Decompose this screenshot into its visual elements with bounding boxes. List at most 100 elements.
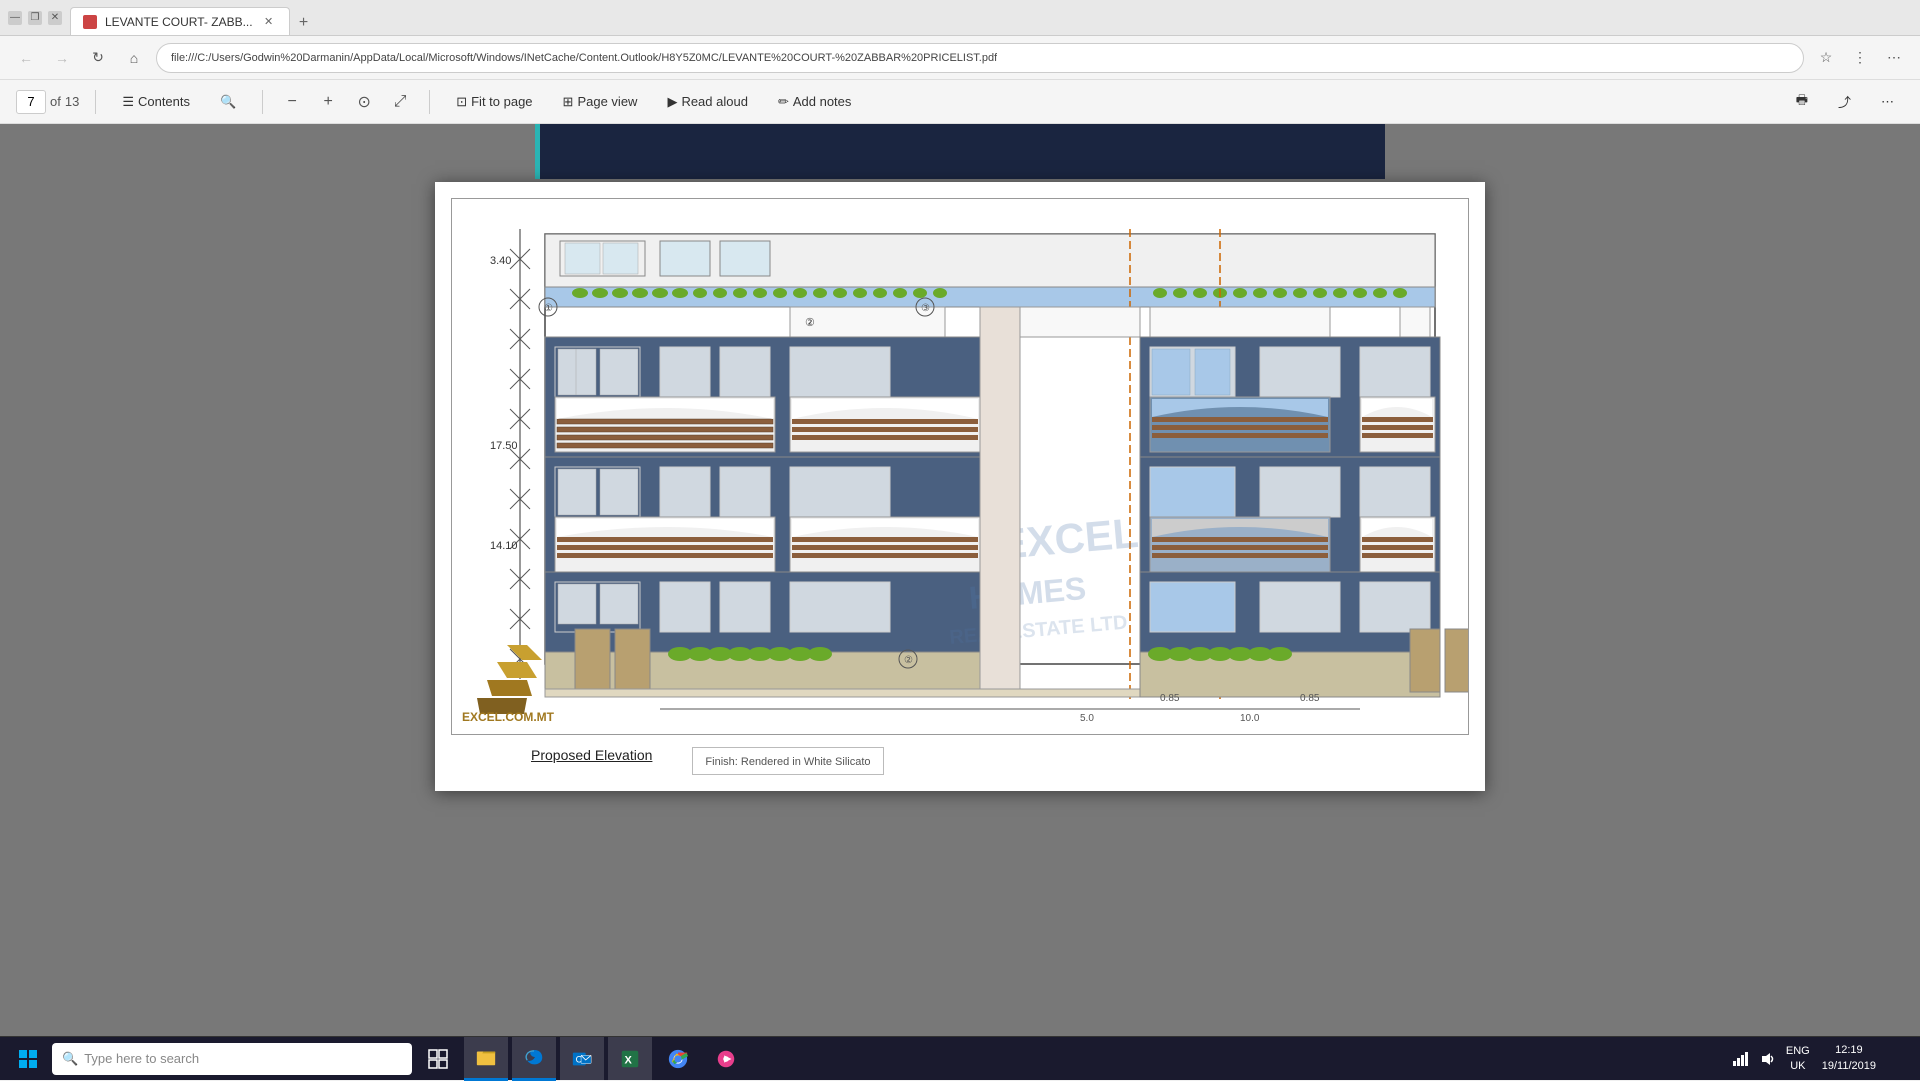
task-view-button[interactable] [416, 1037, 460, 1081]
svg-text:5.0: 5.0 [1080, 713, 1094, 724]
page-of: of [50, 94, 61, 109]
tab-bar: LEVANTE COURT- ZABB... ✕ + [70, 0, 318, 35]
svg-text:③: ③ [921, 303, 930, 314]
clock-date: 19/11/2019 [1822, 1059, 1876, 1074]
add-notes-label: Add notes [793, 94, 852, 109]
close-button[interactable]: ✕ [48, 11, 62, 25]
search-icon: 🔍 [62, 1051, 78, 1067]
fit-page-icon: ⊡ [456, 94, 467, 110]
pdf-toolbar: of 13 ☰ Contents 🔍 − + ⊙ ⤢ ⊡ Fit to page… [0, 80, 1920, 124]
contents-button[interactable]: ☰ Contents [112, 90, 200, 114]
clock-time: 12:19 [1835, 1043, 1863, 1058]
restore-button[interactable]: ❐ [28, 11, 42, 25]
header-accent [535, 124, 540, 179]
fit-to-page-button[interactable]: ⊡ Fit to page [446, 90, 542, 114]
network-icon[interactable] [1730, 1049, 1750, 1069]
page-view-icon: ⊞ [563, 94, 574, 110]
show-desktop-button[interactable] [1884, 1037, 1904, 1081]
svg-text:0.85: 0.85 [1160, 693, 1180, 704]
add-notes-button[interactable]: ✏ Add notes [768, 90, 861, 114]
taskbar-edge-browser[interactable] [512, 1037, 556, 1081]
svg-text:②: ② [904, 655, 913, 666]
chrome-icon [667, 1048, 689, 1070]
fit-page-label: Fit to page [471, 94, 532, 109]
refresh-button[interactable]: ↻ [84, 44, 112, 72]
taskbar-chrome[interactable] [656, 1037, 700, 1081]
read-aloud-button[interactable]: ▶ Read aloud [657, 90, 758, 114]
back-button[interactable]: ← [12, 44, 40, 72]
caption-text: Proposed Elevation [531, 747, 652, 763]
page-view-button[interactable]: ⊞ Page view [553, 90, 648, 114]
page-view-label: Page view [577, 94, 637, 109]
svg-text:X: X [625, 1054, 633, 1066]
page-total: 13 [65, 94, 79, 109]
zoom-in-button[interactable]: + [315, 89, 341, 115]
zoom-out-button[interactable]: − [279, 89, 305, 115]
language-region[interactable]: ENG UK [1786, 1044, 1810, 1073]
search-icon: 🔍 [220, 94, 236, 110]
title-bar-left: — ❐ ✕ [8, 11, 62, 25]
description-box: Finish: Rendered in White Silicato [692, 747, 883, 775]
svg-text:0.85: 0.85 [1300, 693, 1320, 704]
file-explorer-icon [475, 1046, 497, 1068]
volume-icon[interactable] [1758, 1049, 1778, 1069]
title-bar: — ❐ ✕ LEVANTE COURT- ZABB... ✕ + [0, 0, 1920, 36]
region-text: UK [1786, 1059, 1810, 1073]
elevation-drawing-svg: 3.40 17.50 14.10 [452, 199, 1468, 729]
page-info: of 13 [16, 90, 79, 114]
search-pdf-button[interactable]: 🔍 [210, 90, 246, 114]
taskbar-outlook[interactable]: O [560, 1037, 604, 1081]
zoom-reset-button[interactable]: ⊙ [351, 89, 377, 115]
read-aloud-icon: ▶ [667, 94, 677, 110]
extensions-icon[interactable]: ⋮ [1846, 44, 1874, 72]
windows-logo-icon [18, 1049, 38, 1069]
excel-icon: X [619, 1048, 641, 1070]
taskbar: 🔍 Type here to search [0, 1036, 1920, 1080]
system-tray: ENG UK 12:19 19/11/2019 [1722, 1037, 1912, 1081]
divider-3 [429, 90, 430, 114]
nav-bar: ← → ↻ ⌂ file:///C:/Users/Godwin%20Darman… [0, 36, 1920, 80]
search-placeholder: Type here to search [84, 1051, 199, 1066]
more-button[interactable]: ⋯ [1871, 90, 1904, 114]
svg-text:①: ① [544, 303, 553, 314]
taskbar-excel[interactable]: X [608, 1037, 652, 1081]
proposed-elevation-caption: Proposed Elevation [531, 747, 652, 765]
taskbar-search-box[interactable]: 🔍 Type here to search [52, 1043, 412, 1075]
browser-frame: — ❐ ✕ LEVANTE COURT- ZABB... ✕ + ← → ↻ ⌂… [0, 0, 1920, 1080]
edge-icon [523, 1046, 545, 1068]
share-button[interactable]: ⤴ [1828, 88, 1861, 115]
page-number-input[interactable] [16, 90, 46, 114]
taskbar-media[interactable] [704, 1037, 748, 1081]
network-indicator-icon [1732, 1051, 1748, 1067]
system-clock[interactable]: 12:19 19/11/2019 [1822, 1043, 1876, 1074]
nav-actions: ☆ ⋮ ⋯ [1812, 44, 1908, 72]
minimize-button[interactable]: — [8, 11, 22, 25]
drawing-caption-area: Proposed Elevation Finish: Rendered in W… [451, 747, 1469, 775]
task-view-icon [428, 1049, 448, 1069]
svg-text:②: ② [805, 317, 815, 329]
volume-indicator-icon [1760, 1051, 1776, 1067]
favorites-icon[interactable]: ☆ [1812, 44, 1840, 72]
pdf-page: 3.40 17.50 14.10 [435, 182, 1485, 791]
language-text: ENG [1786, 1044, 1810, 1058]
home-button[interactable]: ⌂ [120, 44, 148, 72]
forward-button[interactable]: → [48, 44, 76, 72]
taskbar-file-explorer[interactable] [464, 1037, 508, 1081]
pdf-area: 3.40 17.50 14.10 [0, 124, 1920, 1036]
settings-icon[interactable]: ⋯ [1880, 44, 1908, 72]
address-bar[interactable]: file:///C:/Users/Godwin%20Darmanin/AppDa… [156, 43, 1804, 73]
tab-title: LEVANTE COURT- ZABB... [105, 15, 253, 29]
start-button[interactable] [8, 1039, 48, 1079]
new-tab-button[interactable]: + [290, 11, 318, 35]
print-button[interactable]: 🖶 [1786, 87, 1818, 117]
active-tab[interactable]: LEVANTE COURT- ZABB... ✕ [70, 7, 290, 35]
divider-1 [95, 90, 96, 114]
media-icon [715, 1048, 737, 1070]
excel-homes-logo: EXCEL.COM.MT [462, 635, 554, 724]
svg-text:10.0: 10.0 [1240, 713, 1260, 724]
svg-text:17.50: 17.50 [490, 440, 518, 452]
tab-pdf-icon [83, 15, 97, 29]
contents-label: Contents [138, 94, 190, 109]
zoom-fit-button[interactable]: ⤢ [387, 89, 413, 115]
tab-close-button[interactable]: ✕ [261, 14, 277, 30]
